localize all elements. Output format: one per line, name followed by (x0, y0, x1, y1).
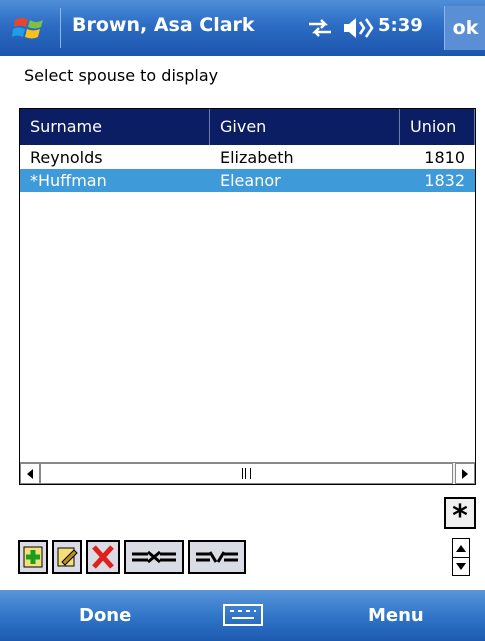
link-button[interactable] (124, 540, 184, 574)
list-header: Surname Given Union (20, 109, 475, 145)
plus-icon (23, 546, 43, 568)
list-row[interactable]: Reynolds Elizabeth 1810 (20, 146, 475, 169)
connectivity-icon[interactable] (307, 16, 333, 40)
title-separator (60, 8, 61, 48)
edit-button[interactable] (52, 540, 82, 574)
keyboard-icon[interactable] (222, 602, 264, 628)
spin-up-button[interactable] (453, 539, 469, 558)
column-header-given[interactable]: Given (210, 109, 400, 145)
scroll-left-button[interactable] (20, 463, 40, 484)
grip-icon (242, 468, 251, 479)
column-header-surname[interactable]: Surname (20, 109, 210, 145)
volume-icon[interactable] (342, 15, 376, 41)
unlink-button[interactable] (188, 540, 246, 574)
clock[interactable]: 5:39 (378, 15, 423, 36)
done-softkey[interactable]: Done (79, 605, 131, 626)
menu-softkey[interactable]: Menu (368, 605, 424, 626)
ok-button[interactable]: ok (444, 6, 485, 50)
arrow-left-icon (27, 468, 33, 479)
cell-given: Eleanor (220, 171, 281, 190)
window-title: Brown, Asa Clark (72, 14, 255, 36)
unlink-chain-icon (196, 551, 238, 563)
spin-control[interactable] (452, 538, 470, 576)
cell-union: 1810 (424, 148, 465, 167)
arrow-right-icon (462, 468, 468, 479)
windows-start-icon[interactable] (12, 10, 48, 46)
scroll-right-button[interactable] (455, 463, 475, 484)
spouse-list[interactable]: Surname Given Union Reynolds Elizabeth 1… (19, 108, 476, 485)
prompt-text: Select spouse to display (24, 66, 219, 85)
edit-icon (57, 547, 78, 567)
delete-button[interactable] (86, 540, 120, 574)
cell-union: 1832 (424, 171, 465, 190)
add-button[interactable] (18, 540, 48, 574)
list-row-selected[interactable]: *Huffman Eleanor 1832 (20, 169, 475, 192)
horizontal-scrollbar[interactable] (20, 462, 475, 484)
soft-key-bar: Done Menu (0, 590, 485, 641)
scroll-thumb[interactable] (40, 463, 453, 484)
delete-x-icon (92, 545, 114, 569)
title-bar: Brown, Asa Clark 5:39 ok (0, 0, 485, 56)
cell-surname: *Huffman (30, 171, 107, 190)
column-header-union[interactable]: Union (400, 109, 475, 145)
asterisk-button[interactable]: * (444, 497, 476, 534)
spin-down-button[interactable] (453, 557, 469, 575)
cell-surname: Reynolds (30, 148, 103, 167)
arrow-up-icon (456, 544, 466, 552)
arrow-down-icon (456, 562, 466, 570)
link-chain-icon (132, 550, 176, 564)
cell-given: Elizabeth (220, 148, 294, 167)
